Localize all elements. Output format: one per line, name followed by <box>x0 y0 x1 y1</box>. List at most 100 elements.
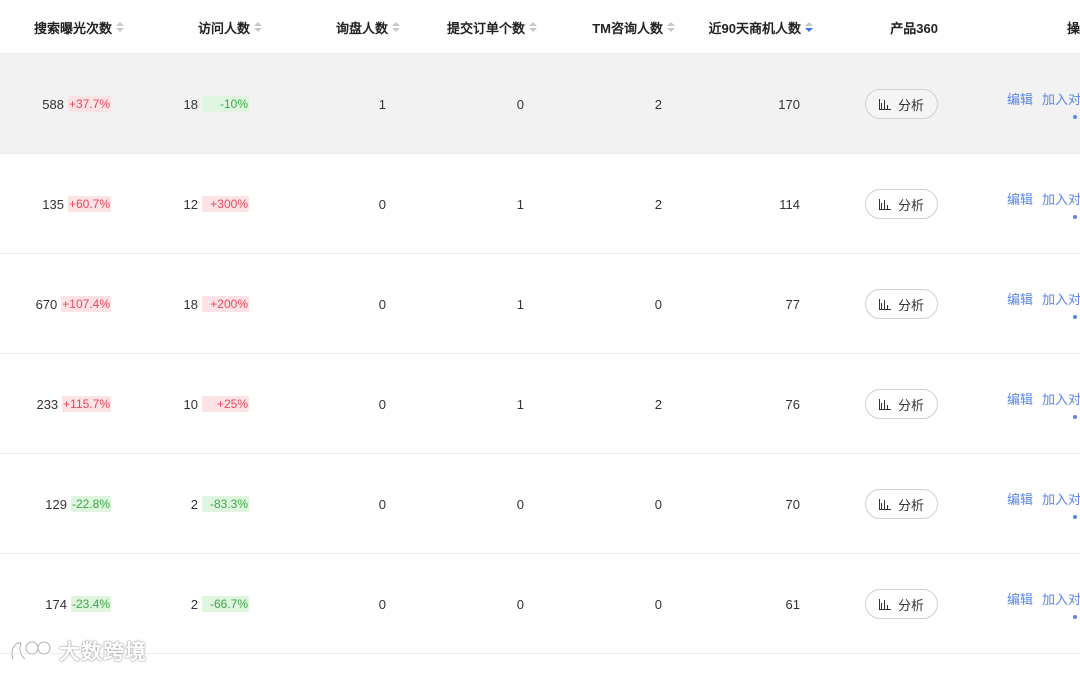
sort-caret-icon[interactable] <box>254 22 262 32</box>
search-exposure-change: -22.8% <box>70 496 111 512</box>
more-dot-icon[interactable] <box>1073 415 1077 419</box>
visitors-value: 10 <box>183 396 198 412</box>
column-header-inquiry[interactable]: 询盘人数 <box>290 0 400 54</box>
table-row[interactable]: 588 +37.7% 18 -10% 1 0 2 170 分析 编辑 加入对 <box>0 54 1080 154</box>
column-header-buyers-90d[interactable]: 近90天商机人数 <box>690 0 813 54</box>
search-exposure-value: 129 <box>45 496 67 512</box>
table-row[interactable]: 129 -22.8% 2 -83.3% 0 0 0 70 分析 编辑 加入对 <box>0 454 1080 554</box>
add-to-compare-link[interactable]: 加入对 <box>1042 192 1080 207</box>
sort-caret-icon[interactable] <box>392 22 400 32</box>
orders-cell: 0 <box>516 596 524 612</box>
buyers-90d-cell: 76 <box>785 396 800 412</box>
inquiry-cell: 0 <box>378 396 386 412</box>
edit-link[interactable]: 编辑 <box>1007 392 1033 407</box>
table-row[interactable]: 174 -23.4% 2 -66.7% 0 0 0 61 分析 编辑 加入对 <box>0 554 1080 654</box>
search-exposure-value: 174 <box>45 596 67 612</box>
inquiry-cell: 0 <box>378 296 386 312</box>
inquiry-cell: 0 <box>378 596 386 612</box>
visitors-value: 18 <box>183 96 198 112</box>
column-header-tm-consult[interactable]: TM咨询人数 <box>560 0 675 54</box>
sort-caret-icon[interactable] <box>116 22 124 32</box>
more-dot-icon[interactable] <box>1073 515 1077 519</box>
table-row[interactable]: 135 +60.7% 12 +300% 0 1 2 114 分析 编辑 加入对 <box>0 154 1080 254</box>
visitors-change: +300% <box>202 196 249 212</box>
visitors-change: +200% <box>202 296 249 312</box>
analyze-button[interactable]: 分析 <box>865 289 938 319</box>
visitors-cell: 2 -66.7% <box>150 554 249 654</box>
tm-consult-cell: 2 <box>654 396 662 412</box>
sort-caret-icon[interactable] <box>529 22 537 32</box>
add-to-compare-link[interactable]: 加入对 <box>1042 392 1080 407</box>
visitors-cell: 18 -10% <box>150 54 249 154</box>
tm-consult-cell: 0 <box>654 296 662 312</box>
logo-icon <box>10 640 52 661</box>
search-exposure-change: +60.7% <box>67 196 111 212</box>
inquiry-cell: 0 <box>378 496 386 512</box>
search-exposure-cell: 588 +37.7% <box>0 54 111 154</box>
visitors-change: +25% <box>202 396 249 412</box>
row-operations: 编辑 加入对 <box>1007 189 1080 219</box>
bar-chart-icon <box>878 398 891 410</box>
column-header-product360: 产品360 <box>890 20 938 36</box>
analyze-button-label: 分析 <box>897 197 924 213</box>
edit-link[interactable]: 编辑 <box>1007 92 1033 107</box>
buyers-90d-cell: 77 <box>785 296 800 312</box>
table-row[interactable]: 670 +107.4% 18 +200% 0 1 0 77 分析 编辑 加入对 <box>0 254 1080 354</box>
search-exposure-cell: 135 +60.7% <box>0 154 111 254</box>
add-to-compare-link[interactable]: 加入对 <box>1042 292 1080 307</box>
more-dot-icon[interactable] <box>1073 115 1077 119</box>
analyze-button[interactable]: 分析 <box>865 489 938 519</box>
analyze-button-label: 分析 <box>897 497 924 513</box>
table-header: 搜索曝光次数 访问人数 询盘人数 提交订单个数 TM咨询人数 近90天商机人数 … <box>0 0 1080 54</box>
orders-cell: 0 <box>516 96 524 112</box>
analyze-button-label: 分析 <box>897 297 924 313</box>
search-exposure-value: 588 <box>42 96 64 112</box>
more-dot-icon[interactable] <box>1073 315 1077 319</box>
add-to-compare-link[interactable]: 加入对 <box>1042 492 1080 507</box>
analyze-button[interactable]: 分析 <box>865 89 938 119</box>
search-exposure-value: 670 <box>35 296 58 312</box>
analyze-button[interactable]: 分析 <box>865 589 938 619</box>
orders-cell: 1 <box>516 296 524 312</box>
tm-consult-cell: 2 <box>654 196 662 212</box>
search-exposure-change: +37.7% <box>67 96 111 112</box>
more-dot-icon[interactable] <box>1073 615 1077 619</box>
add-to-compare-link[interactable]: 加入对 <box>1042 592 1080 607</box>
visitors-cell: 12 +300% <box>150 154 249 254</box>
bar-chart-icon <box>878 498 891 510</box>
sort-caret-icon[interactable] <box>805 22 813 32</box>
edit-link[interactable]: 编辑 <box>1007 192 1033 207</box>
sort-caret-icon[interactable] <box>667 22 675 32</box>
product-data-table: 搜索曝光次数 访问人数 询盘人数 提交订单个数 TM咨询人数 近90天商机人数 … <box>0 0 1080 654</box>
analyze-button[interactable]: 分析 <box>865 389 938 419</box>
watermark: 大数跨境 <box>9 636 147 666</box>
visitors-change: -10% <box>202 96 249 112</box>
visitors-value: 12 <box>183 196 198 212</box>
column-header-visitors[interactable]: 访问人数 <box>150 0 262 54</box>
tm-consult-cell: 0 <box>654 596 662 612</box>
row-operations: 编辑 加入对 <box>1007 289 1080 319</box>
analyze-button[interactable]: 分析 <box>865 189 938 219</box>
table-row[interactable]: 233 +115.7% 10 +25% 0 1 2 76 分析 编辑 加入对 <box>0 354 1080 454</box>
add-to-compare-link[interactable]: 加入对 <box>1042 92 1080 107</box>
column-header-search-exposure[interactable]: 搜索曝光次数 <box>0 0 124 54</box>
search-exposure-value: 233 <box>36 396 59 412</box>
visitors-value: 2 <box>190 496 198 512</box>
tm-consult-cell: 2 <box>654 96 662 112</box>
row-operations: 编辑 加入对 <box>1007 489 1080 519</box>
search-exposure-change: -23.4% <box>70 596 111 612</box>
bar-chart-icon <box>878 598 891 610</box>
edit-link[interactable]: 编辑 <box>1007 592 1033 607</box>
inquiry-cell: 0 <box>378 196 386 212</box>
visitors-value: 18 <box>183 296 198 312</box>
visitors-change: -83.3% <box>202 496 249 512</box>
edit-link[interactable]: 编辑 <box>1007 492 1033 507</box>
visitors-cell: 18 +200% <box>150 254 249 354</box>
more-dot-icon[interactable] <box>1073 215 1077 219</box>
edit-link[interactable]: 编辑 <box>1007 292 1033 307</box>
orders-cell: 1 <box>516 196 524 212</box>
bar-chart-icon <box>878 198 891 210</box>
analyze-button-label: 分析 <box>897 397 924 413</box>
analyze-button-label: 分析 <box>897 97 924 113</box>
column-header-orders[interactable]: 提交订单个数 <box>420 0 537 54</box>
